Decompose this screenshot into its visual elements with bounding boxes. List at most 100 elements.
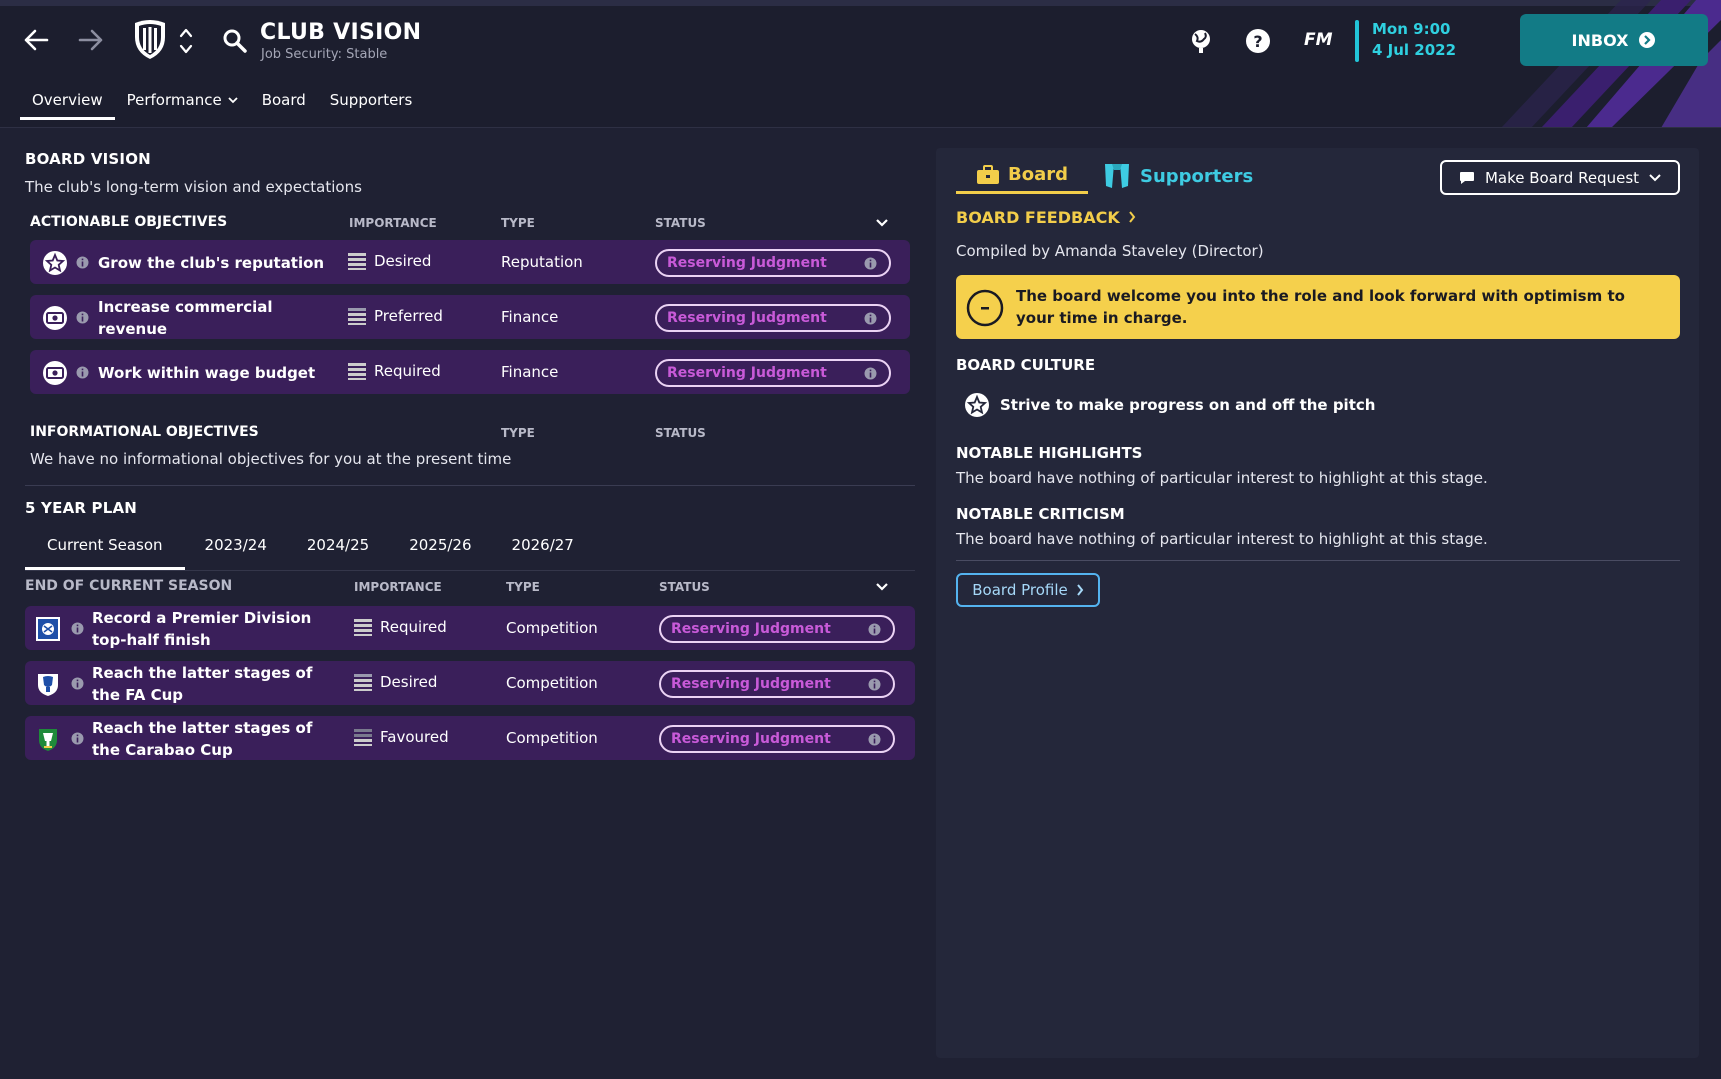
importance-cell: Required [348, 362, 441, 380]
money-icon [43, 306, 67, 330]
tab-season-2024-25[interactable]: 2024/25 [287, 528, 389, 570]
tab-current-season[interactable]: Current Season [25, 528, 185, 570]
info-icon[interactable] [868, 678, 881, 691]
feedback-message-text: The board welcome you into the role and … [1016, 287, 1625, 327]
objective-row[interactable]: Work within wage budget Required Finance… [30, 350, 910, 394]
carabao-cup-logo-icon [39, 729, 57, 751]
column-status: STATUS [655, 426, 706, 440]
column-type: TYPE [501, 426, 535, 440]
board-profile-label: Board Profile [972, 581, 1068, 599]
objective-title: Record a Premier Division top-half finis… [92, 609, 312, 649]
globe-ball-icon [1192, 30, 1210, 53]
status-badge[interactable]: Reserving Judgment [659, 670, 895, 698]
tab-overview[interactable]: Overview [20, 86, 115, 120]
status-badge[interactable]: Reserving Judgment [655, 249, 891, 277]
importance-label: Desired [374, 252, 432, 270]
tab-season-2025-26[interactable]: 2025/26 [389, 528, 491, 570]
neutral-face-icon [966, 289, 1004, 327]
info-icon[interactable] [868, 623, 881, 636]
chevron-up-down-icon [179, 28, 193, 54]
chevron-down-icon[interactable] [875, 218, 889, 228]
objective-type: Competition [506, 619, 598, 637]
chevron-right-icon [1076, 584, 1084, 596]
notable-criticism-text: The board have nothing of particular int… [956, 530, 1488, 548]
panel-tab-supporters[interactable]: Supporters [1102, 158, 1253, 194]
objective-type: Finance [501, 308, 559, 326]
status-label: Reserving Judgment [671, 731, 831, 747]
info-icon[interactable] [864, 257, 877, 270]
importance-bars-icon [348, 253, 366, 270]
importance-cell: Required [354, 618, 447, 636]
tab-performance[interactable]: Performance [115, 86, 250, 120]
importance-cell: Favoured [354, 728, 449, 746]
search-button[interactable] [220, 26, 250, 56]
column-importance: IMPORTANCE [354, 580, 442, 594]
panel-tab-board-label: Board [1008, 164, 1068, 185]
info-icon[interactable] [76, 256, 89, 269]
status-label: Reserving Judgment [667, 310, 827, 326]
importance-bars-icon [348, 363, 366, 380]
info-icon[interactable] [864, 312, 877, 325]
objective-type: Competition [506, 674, 598, 692]
club-switcher-button[interactable] [176, 24, 196, 58]
end-of-season-heading: END OF CURRENT SEASON [25, 578, 233, 594]
make-board-request-button[interactable]: Make Board Request [1440, 160, 1680, 195]
inbox-button[interactable]: INBOX [1520, 14, 1708, 66]
plan-objective-row[interactable]: Reach the latter stages of the FA Cup De… [25, 661, 915, 705]
back-button[interactable] [20, 24, 52, 56]
tab-season-2023-24[interactable]: 2023/24 [185, 528, 287, 570]
status-badge[interactable]: Reserving Judgment [655, 304, 891, 332]
tab-season-2026-27[interactable]: 2026/27 [492, 528, 594, 570]
board-feedback-link[interactable]: BOARD FEEDBACK [956, 208, 1136, 227]
status-label: Reserving Judgment [671, 621, 831, 637]
column-status: STATUS [655, 216, 706, 230]
panel-tab-board[interactable]: Board [956, 158, 1088, 194]
info-icon[interactable] [71, 732, 84, 745]
briefcase-icon [977, 164, 999, 184]
tab-overview-label: Overview [32, 91, 103, 109]
tab-board[interactable]: Board [250, 86, 318, 120]
money-icon [43, 361, 67, 385]
make-board-request-label: Make Board Request [1484, 168, 1640, 187]
objective-title: Increase commercial revenue [98, 298, 273, 338]
status-label: Reserving Judgment [667, 255, 827, 271]
status-badge[interactable]: Reserving Judgment [659, 615, 895, 643]
info-icon[interactable] [71, 622, 84, 635]
status-badge[interactable]: Reserving Judgment [655, 359, 891, 387]
informational-objectives-header: INFORMATIONAL OBJECTIVES TYPE STATUS [30, 422, 910, 444]
objective-title: Work within wage budget [98, 364, 316, 382]
importance-label: Required [380, 618, 447, 636]
board-vision-title: BOARD VISION [25, 150, 151, 168]
tab-supporters-label: Supporters [329, 91, 413, 109]
board-vision-subtitle: The club's long-term vision and expectat… [25, 178, 362, 196]
objective-title: Grow the club's reputation [98, 254, 325, 272]
objective-row[interactable]: Increase commercial revenue Preferred Fi… [30, 295, 910, 339]
info-icon[interactable] [864, 367, 877, 380]
fm-logo[interactable]: FM [1304, 30, 1333, 50]
world-button[interactable] [1186, 26, 1216, 56]
help-button[interactable]: ? [1243, 26, 1273, 56]
info-icon[interactable] [76, 311, 89, 324]
importance-bars-icon [354, 674, 372, 691]
star-icon [43, 251, 67, 275]
importance-cell: Preferred [348, 307, 443, 325]
club-crest-icon[interactable] [130, 18, 170, 62]
tab-supporters[interactable]: Supporters [318, 86, 425, 120]
informational-objectives-heading: INFORMATIONAL OBJECTIVES [30, 424, 259, 440]
status-badge[interactable]: Reserving Judgment [659, 725, 895, 753]
info-icon[interactable] [71, 677, 84, 690]
info-icon[interactable] [868, 733, 881, 746]
plan-objective-row[interactable]: Record a Premier Division top-half finis… [25, 606, 915, 650]
board-profile-button[interactable]: Board Profile [956, 573, 1100, 607]
chevron-down-icon [228, 97, 238, 104]
forward-button[interactable] [75, 24, 107, 56]
scarf-icon [1105, 164, 1129, 188]
chevron-down-icon[interactable] [875, 582, 889, 592]
status-label: Reserving Judgment [667, 365, 827, 381]
info-icon[interactable] [76, 366, 89, 379]
importance-label: Favoured [380, 728, 449, 746]
notable-highlights-text: The board have nothing of particular int… [956, 469, 1488, 487]
informational-empty-text: We have no informational objectives for … [30, 450, 512, 468]
plan-objective-row[interactable]: Reach the latter stages of the Carabao C… [25, 716, 915, 760]
objective-row[interactable]: Grow the club's reputation Desired Reput… [30, 240, 910, 284]
